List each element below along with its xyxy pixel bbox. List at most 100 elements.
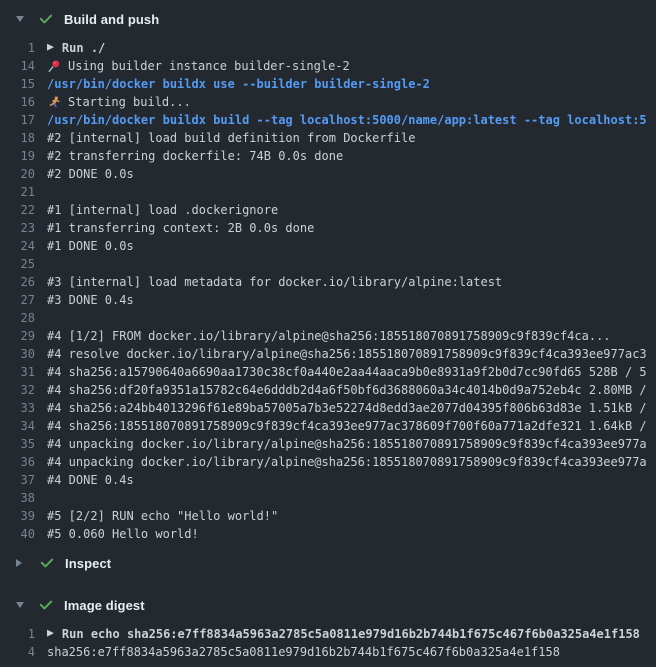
line-content: #2 [internal] load build definition from… [47, 129, 656, 147]
line-content: #5 0.060 Hello world! [47, 525, 656, 543]
line-number[interactable]: 37 [0, 471, 35, 489]
log-line: 30 #4 resolve docker.io/library/alpine@sh… [0, 345, 656, 363]
line-number[interactable]: 25 [0, 255, 35, 273]
log-text: #4 unpacking docker.io/library/alpine@sh… [47, 453, 647, 471]
pushpin-icon [47, 59, 61, 73]
line-number[interactable]: 17 [0, 111, 35, 129]
chevron-right-icon[interactable] [16, 559, 22, 567]
line-number[interactable]: 38 [0, 489, 35, 507]
log-line: 16 Starting build... [0, 93, 656, 111]
log-line: 22 #1 [internal] load .dockerignore [0, 201, 656, 219]
section-lines: 1 ▶ Run ./ 14 Using builder instance builder… [0, 33, 656, 549]
log-text: #4 sha256:185518070891758909c9f839cf4ca3… [47, 417, 647, 435]
section-title: Build and push [64, 12, 159, 27]
line-number[interactable]: 31 [0, 363, 35, 381]
log-line: 33 #4 sha256:a24bb4013296f61e89ba57005a7b… [0, 399, 656, 417]
line-number[interactable]: 1 [0, 39, 35, 57]
line-number[interactable]: 14 [0, 57, 35, 75]
log-text: #3 [internal] load metadata for docker.i… [47, 273, 502, 291]
line-content: #5 [2/2] RUN echo "Hello world!" [47, 507, 656, 525]
section-header-inspect[interactable]: Inspect [0, 549, 656, 577]
line-content: #1 [internal] load .dockerignore [47, 201, 656, 219]
log-text: #4 sha256:a24bb4013296f61e89ba57005a7b3e… [47, 399, 647, 417]
line-number[interactable]: 22 [0, 201, 35, 219]
log-line: 38 [0, 489, 656, 507]
section-header-image-digest[interactable]: Image digest [0, 591, 656, 619]
line-content [47, 489, 656, 507]
line-content: #4 [1/2] FROM docker.io/library/alpine@s… [47, 327, 656, 345]
line-number[interactable]: 32 [0, 381, 35, 399]
line-number[interactable]: 16 [0, 93, 35, 111]
log-line: 1 ▶ Run ./ [0, 39, 656, 57]
line-number[interactable]: 23 [0, 219, 35, 237]
log-line: 4 sha256:e7ff8834a5963a2785c5a0811e979d16… [0, 643, 656, 661]
line-number[interactable]: 15 [0, 75, 35, 93]
play-icon[interactable]: ▶ [47, 625, 54, 643]
line-number[interactable]: 34 [0, 417, 35, 435]
log-text: #4 unpacking docker.io/library/alpine@sh… [47, 435, 647, 453]
log-text: #3 DONE 0.4s [47, 291, 134, 309]
log-line: 17/usr/bin/docker buildx build --tag loc… [0, 111, 656, 129]
line-number[interactable]: 21 [0, 183, 35, 201]
log-text: #4 DONE 0.4s [47, 471, 134, 489]
line-content: #4 sha256:a24bb4013296f61e89ba57005a7b3e… [47, 399, 656, 417]
log-line: 32 #4 sha256:df20fa9351a15782c64e6dddb2d4… [0, 381, 656, 399]
line-content [47, 309, 656, 327]
section-header-build-and-push[interactable]: Build and push [0, 5, 656, 33]
line-number[interactable]: 4 [0, 643, 35, 661]
log-line: 31 #4 sha256:a15790640a6690aa1730c38cf0a4… [0, 363, 656, 381]
log-line: 36 #4 unpacking docker.io/library/alpine@… [0, 453, 656, 471]
line-number[interactable]: 33 [0, 399, 35, 417]
line-content [47, 183, 656, 201]
line-number[interactable]: 27 [0, 291, 35, 309]
line-number[interactable]: 1 [0, 625, 35, 643]
line-number[interactable]: 28 [0, 309, 35, 327]
log-text: #2 transferring dockerfile: 74B 0.0s don… [47, 147, 343, 165]
log-line: 37 #4 DONE 0.4s [0, 471, 656, 489]
chevron-down-icon[interactable] [16, 602, 24, 608]
log-text: #4 sha256:df20fa9351a15782c64e6dddb2d4a6… [47, 381, 647, 399]
log-text: Using builder instance builder-single-2 [68, 57, 350, 75]
log-line: 20 #2 DONE 0.0s [0, 165, 656, 183]
line-number[interactable]: 39 [0, 507, 35, 525]
line-number[interactable]: 20 [0, 165, 35, 183]
log-line: 28 [0, 309, 656, 327]
line-number[interactable]: 24 [0, 237, 35, 255]
chevron-down-icon[interactable] [16, 16, 24, 22]
log-line: 25 [0, 255, 656, 273]
line-content: Starting build... [47, 93, 656, 111]
log-line: 18 #2 [internal] load build definition fr… [0, 129, 656, 147]
line-number[interactable]: 40 [0, 525, 35, 543]
line-content: #4 sha256:df20fa9351a15782c64e6dddb2d4a6… [47, 381, 656, 399]
log-text: Run ./ [62, 39, 105, 57]
log-text: #2 [internal] load build definition from… [47, 129, 415, 147]
log-text: #5 0.060 Hello world! [47, 525, 199, 543]
log-text: /usr/bin/docker buildx build --tag local… [47, 111, 647, 129]
log-text: #4 resolve docker.io/library/alpine@sha2… [47, 345, 647, 363]
log-line: 1 ▶ Run echo sha256:e7ff8834a5963a2785c5a0… [0, 625, 656, 643]
log-text: #2 DONE 0.0s [47, 165, 134, 183]
line-content: /usr/bin/docker buildx use --builder bui… [47, 75, 656, 93]
line-number[interactable]: 26 [0, 273, 35, 291]
line-content: sha256:e7ff8834a5963a2785c5a0811e979d16b… [47, 643, 656, 661]
line-number[interactable]: 18 [0, 129, 35, 147]
log-text: Run echo sha256:e7ff8834a5963a2785c5a081… [62, 625, 640, 643]
section-title: Inspect [65, 556, 111, 571]
play-icon[interactable]: ▶ [47, 39, 54, 57]
log-line: 27 #3 DONE 0.4s [0, 291, 656, 309]
log-section-inspect: Inspect [0, 549, 656, 577]
log-line: 15/usr/bin/docker buildx use --builder b… [0, 75, 656, 93]
line-number[interactable]: 35 [0, 435, 35, 453]
line-content: #1 DONE 0.0s [47, 237, 656, 255]
line-number[interactable]: 30 [0, 345, 35, 363]
section-title: Image digest [64, 598, 145, 613]
log-text: #4 sha256:a15790640a6690aa1730c38cf0a440… [47, 363, 647, 381]
line-number[interactable]: 36 [0, 453, 35, 471]
line-content [47, 255, 656, 273]
check-icon [38, 597, 54, 613]
line-content: #1 transferring context: 2B 0.0s done [47, 219, 656, 237]
line-number[interactable]: 29 [0, 327, 35, 345]
line-number[interactable]: 19 [0, 147, 35, 165]
line-content: #3 DONE 0.4s [47, 291, 656, 309]
line-content: Using builder instance builder-single-2 [47, 57, 656, 75]
